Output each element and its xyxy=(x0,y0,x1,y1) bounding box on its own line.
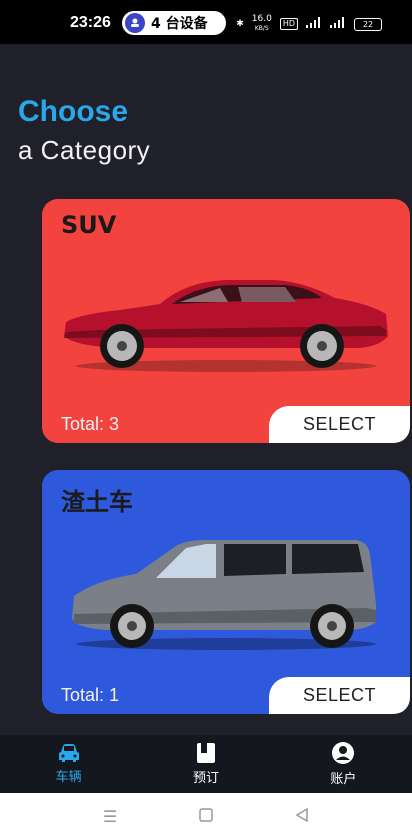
battery-icon: 22 xyxy=(354,17,382,31)
devices-pill[interactable]: 4 台设备 xyxy=(122,11,226,35)
select-button[interactable]: SELECT xyxy=(269,677,410,714)
nav-label: 车辆 xyxy=(55,770,82,785)
nav-item-booking[interactable]: 预订 xyxy=(137,735,274,793)
page-subtitle: a Category xyxy=(18,135,151,165)
card-title: 渣土车 xyxy=(61,488,133,516)
page-title: Choose xyxy=(18,95,129,128)
category-card-suv[interactable]: SUV Total: 3 SELECT xyxy=(42,199,410,443)
booking-icon xyxy=(196,743,215,763)
menu-icon[interactable]: ☰ xyxy=(103,807,117,826)
signal-icon-2 xyxy=(330,17,346,31)
devices-icon xyxy=(125,13,145,33)
nav-item-account[interactable]: 账户 xyxy=(275,735,412,793)
card-total: Total: 3 xyxy=(61,414,120,434)
status-time: 23:26 xyxy=(70,14,111,31)
system-nav-bar: ☰ xyxy=(0,793,412,840)
net-speed: 16.0 KB/S xyxy=(251,14,272,33)
category-card-dump-truck[interactable]: 渣土车 Total: 1 SELECT xyxy=(42,470,410,714)
back-icon[interactable] xyxy=(295,807,309,826)
sedan-image xyxy=(64,280,388,372)
status-icons: ✱ 16.0 KB/S HD 22 xyxy=(236,15,382,33)
bluetooth-icon: ✱ xyxy=(236,19,244,29)
devices-label: 4 台设备 xyxy=(151,16,208,32)
nav-label: 账户 xyxy=(330,772,357,787)
select-button[interactable]: SELECT xyxy=(269,406,410,443)
bottom-nav: 车辆 预订 账户 xyxy=(0,735,412,793)
signal-icon xyxy=(306,17,322,31)
nav-item-vehicles[interactable]: 车辆 xyxy=(0,735,137,793)
van-image xyxy=(72,540,376,650)
home-icon[interactable] xyxy=(199,807,213,826)
card-total: Total: 1 xyxy=(61,685,120,705)
status-bar: 23:26 4 台设备 ✱ 16.0 KB/S HD 22 xyxy=(0,0,412,44)
card-title: SUV xyxy=(61,211,117,239)
nav-label: 预订 xyxy=(192,771,219,786)
hd-icon: HD xyxy=(279,18,298,30)
car-icon xyxy=(58,744,79,762)
account-icon xyxy=(332,742,355,764)
